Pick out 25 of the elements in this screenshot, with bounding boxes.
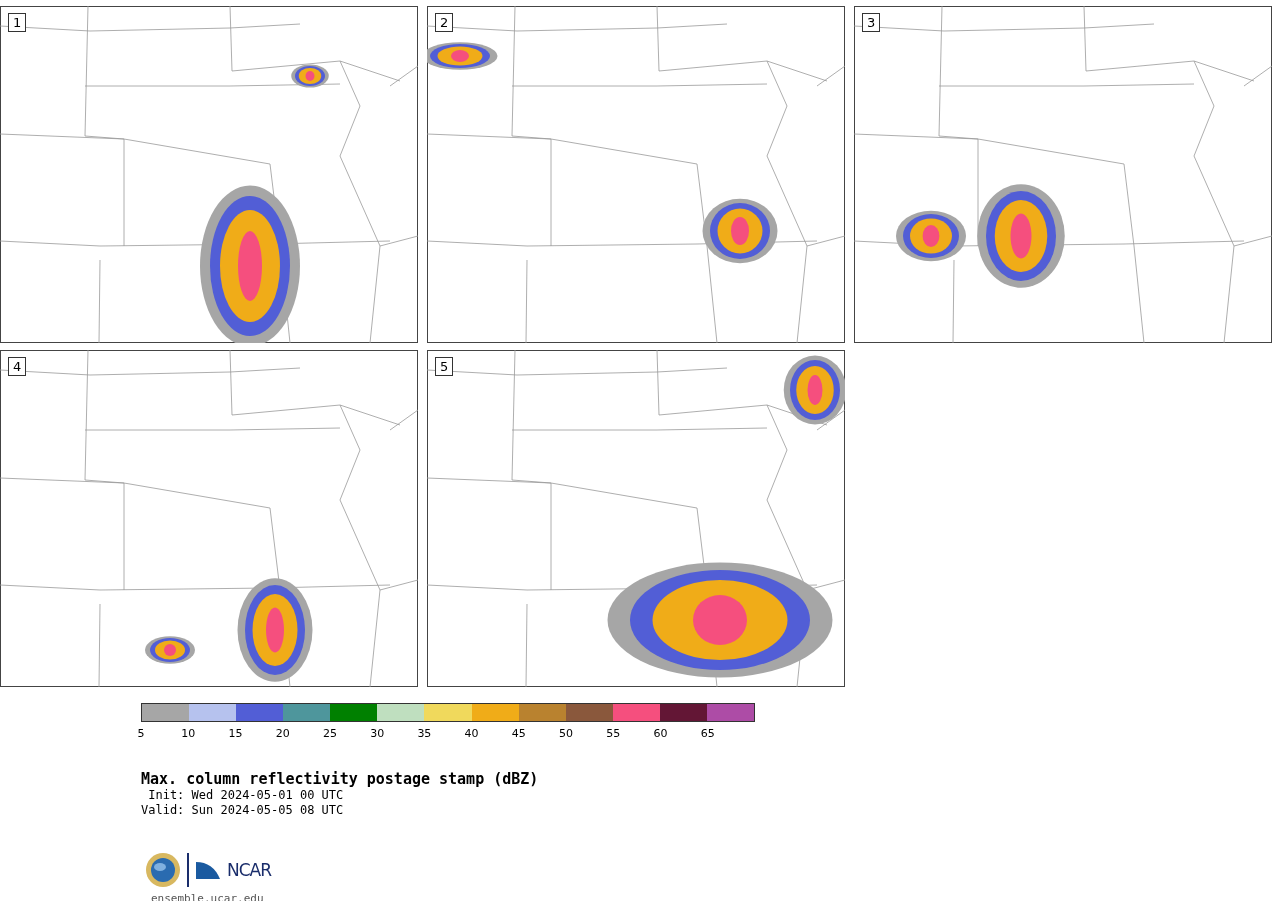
scale-tick-label: 25: [322, 727, 337, 740]
scale-tick-label: 65: [700, 727, 715, 740]
panel-number: 3: [862, 13, 881, 32]
scale-tick-label: 30: [370, 727, 385, 740]
scale-tick-label: 5: [137, 727, 145, 740]
scale-tick-label: 40: [464, 727, 479, 740]
scale-tick-label: 10: [181, 727, 196, 740]
init-time: Init: Wed 2024-05-01 00 UTC: [147, 788, 345, 803]
panel-number: 5: [435, 357, 454, 376]
scale-tick-label: 20: [275, 727, 290, 740]
globe-seal-icon: [145, 852, 181, 888]
chart-title: Max. column reflectivity postage stamp (dBZ): [141, 770, 540, 788]
swoosh-icon: [195, 860, 221, 880]
scale-tick-label: 35: [417, 727, 432, 740]
panel-number: 4: [8, 357, 27, 376]
scale-tick-label: 15: [228, 727, 243, 740]
scale-tick-label: 60: [653, 727, 668, 740]
divider-icon: [187, 853, 189, 887]
panel-number: 2: [435, 13, 454, 32]
logo-wordmark: NCAR: [227, 860, 272, 880]
panel-number: 1: [8, 13, 27, 32]
scale-tick-label: 45: [511, 727, 526, 740]
scale-tick-label: 50: [559, 727, 574, 740]
valid-time: Valid: Sun 2024-05-05 08 UTC: [141, 803, 345, 818]
scale-tick-label: 55: [606, 727, 621, 740]
